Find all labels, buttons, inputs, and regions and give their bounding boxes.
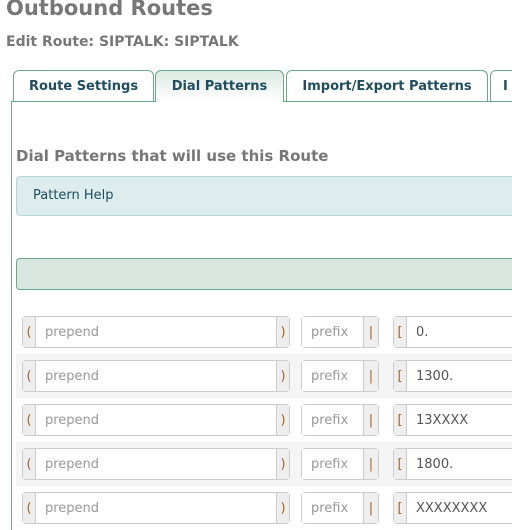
prepend-input[interactable] (36, 405, 276, 435)
open-paren: ( (23, 493, 36, 523)
prefix-input[interactable] (302, 317, 363, 347)
pipe-separator: | (363, 361, 378, 391)
match-pattern-input[interactable] (407, 405, 512, 435)
prepend-group: ( ) (22, 448, 290, 480)
dial-pattern-row: ( ) | [ (16, 398, 512, 442)
dial-pattern-row: ( ) | [ (16, 354, 512, 398)
match-pattern-input[interactable] (407, 317, 512, 347)
pattern-help-toggle[interactable]: Pattern Help (16, 176, 512, 216)
info-bar (16, 258, 512, 290)
close-paren: ) (276, 405, 289, 435)
match-pattern-input[interactable] (407, 449, 512, 479)
pipe-separator: | (363, 493, 378, 523)
prepend-group: ( ) (22, 492, 290, 524)
section-title: Dial Patterns that will use this Route (16, 147, 329, 165)
open-bracket: [ (394, 361, 407, 391)
match-pattern-group: [ (393, 316, 512, 348)
prefix-input[interactable] (302, 449, 363, 479)
match-pattern-group: [ (393, 448, 512, 480)
prepend-input[interactable] (36, 449, 276, 479)
close-paren: ) (276, 361, 289, 391)
prefix-group: | (301, 404, 379, 436)
close-paren: ) (276, 449, 289, 479)
match-pattern-input[interactable] (407, 361, 512, 391)
pipe-separator: | (363, 317, 378, 347)
open-paren: ( (23, 317, 36, 347)
prefix-group: | (301, 360, 379, 392)
prefix-input[interactable] (302, 405, 363, 435)
prefix-input[interactable] (302, 493, 363, 523)
open-paren: ( (23, 361, 36, 391)
open-paren: ( (23, 405, 36, 435)
match-pattern-input[interactable] (407, 493, 512, 523)
pipe-separator: | (363, 405, 378, 435)
close-paren: ) (276, 493, 289, 523)
prefix-group: | (301, 448, 379, 480)
prefix-input[interactable] (302, 361, 363, 391)
match-pattern-group: [ (393, 404, 512, 436)
prefix-group: | (301, 316, 379, 348)
tab-import-export-patterns[interactable]: Import/Export Patterns (286, 70, 488, 101)
open-bracket: [ (394, 449, 407, 479)
prepend-group: ( ) (22, 404, 290, 436)
prepend-input[interactable] (36, 361, 276, 391)
dial-pattern-row: ( ) | [ (16, 486, 512, 530)
open-bracket: [ (394, 405, 407, 435)
open-bracket: [ (394, 493, 407, 523)
open-paren: ( (23, 449, 36, 479)
close-paren: ) (276, 317, 289, 347)
tab-route-settings[interactable]: Route Settings (13, 70, 154, 101)
prepend-input[interactable] (36, 493, 276, 523)
dial-pattern-row: ( ) | [ (16, 310, 512, 354)
open-bracket: [ (394, 317, 407, 347)
pipe-separator: | (363, 449, 378, 479)
tab-dial-patterns[interactable]: Dial Patterns (155, 70, 284, 102)
prefix-group: | (301, 492, 379, 524)
dial-pattern-row: ( ) | [ (16, 442, 512, 486)
match-pattern-group: [ (393, 492, 512, 524)
prepend-group: ( ) (22, 316, 290, 348)
page-subtitle: Edit Route: SIPTALK: SIPTALK (6, 34, 239, 50)
prepend-input[interactable] (36, 317, 276, 347)
prepend-group: ( ) (22, 360, 290, 392)
tab-next[interactable]: I (490, 70, 512, 101)
match-pattern-group: [ (393, 360, 512, 392)
page-title: Outbound Routes (6, 0, 213, 20)
